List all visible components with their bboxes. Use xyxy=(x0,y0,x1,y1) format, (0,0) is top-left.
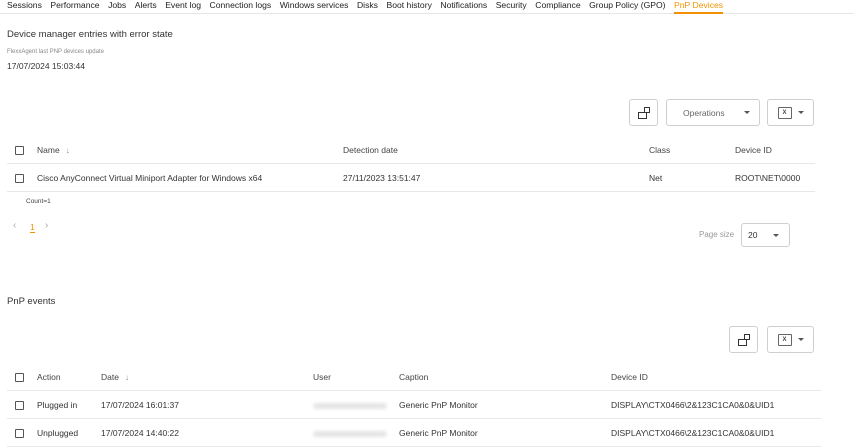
column-header-name[interactable]: Name ↓ xyxy=(37,145,70,155)
operations-label: Operations xyxy=(683,107,725,118)
tab-event-log[interactable]: Event log xyxy=(165,0,201,11)
chevron-down-icon xyxy=(744,111,750,114)
tab-pnp-devices[interactable]: PnP Devices xyxy=(674,0,724,14)
row-class: Net xyxy=(649,173,663,183)
divider xyxy=(7,163,815,164)
event-date: 17/07/2024 14:40:22 xyxy=(101,428,179,438)
column-header-event-device-id[interactable]: Device ID xyxy=(611,372,648,382)
divider xyxy=(7,191,815,192)
events-export-button[interactable] xyxy=(729,326,758,353)
operations-dropdown[interactable]: Operations xyxy=(666,99,760,126)
row-device-id: ROOT\NET\0000 xyxy=(735,173,801,183)
row-detection-date: 27/11/2023 13:51:47 xyxy=(343,173,421,183)
divider xyxy=(7,418,821,419)
tab-connection-logs[interactable]: Connection logs xyxy=(210,0,272,11)
events-excel-export-dropdown[interactable]: X xyxy=(767,326,814,353)
row-count: Count=1 xyxy=(26,198,51,205)
pager-next-button[interactable]: › xyxy=(45,220,48,231)
tab-performance[interactable]: Performance xyxy=(50,0,99,11)
event-row-checkbox[interactable] xyxy=(15,429,24,438)
column-header-device-id[interactable]: Device ID xyxy=(735,145,772,155)
last-update-label: FlexxAgent last PNP devices update xyxy=(7,49,104,55)
excel-icon: X xyxy=(777,106,792,119)
events-section-title: PnP events xyxy=(7,296,56,307)
event-caption: Generic PnP Monitor xyxy=(399,400,478,410)
column-header-action[interactable]: Action xyxy=(37,372,61,382)
tab-alerts[interactable]: Alerts xyxy=(135,0,157,11)
export-button[interactable] xyxy=(629,99,658,126)
page-size-select[interactable]: 20 xyxy=(741,223,790,247)
tab-windows-services[interactable]: Windows services xyxy=(280,0,349,11)
export-icon xyxy=(637,106,650,119)
event-device-id: DISPLAY\CTX0466\2&123C1CA0&0&UID1 xyxy=(611,400,775,410)
column-header-detection-date[interactable]: Detection date xyxy=(343,145,398,155)
row-name: Cisco AnyConnect Virtual Miniport Adapte… xyxy=(37,173,263,183)
event-row-checkbox[interactable] xyxy=(15,401,24,410)
event-action: Plugged in xyxy=(37,400,78,410)
sort-down-icon: ↓ xyxy=(65,146,70,155)
tab-bar: Sessions Performance Jobs Alerts Event l… xyxy=(0,0,854,14)
tab-jobs[interactable]: Jobs xyxy=(108,0,126,11)
tab-boot-history[interactable]: Boot history xyxy=(386,0,431,11)
chevron-down-icon xyxy=(797,111,804,114)
tab-compliance[interactable]: Compliance xyxy=(535,0,580,11)
redacted-user xyxy=(313,403,387,409)
tab-security[interactable]: Security xyxy=(496,0,527,11)
column-header-user[interactable]: User xyxy=(313,372,331,382)
event-date: 17/07/2024 16:01:37 xyxy=(101,400,179,410)
tab-disks[interactable]: Disks xyxy=(357,0,378,11)
export-icon xyxy=(737,333,750,346)
sort-down-icon: ↓ xyxy=(124,373,129,382)
row-checkbox[interactable] xyxy=(15,174,24,183)
event-device-id: DISPLAY\CTX0466\2&123C1CA0&0&UID1 xyxy=(611,428,775,438)
excel-export-dropdown[interactable]: X xyxy=(767,99,814,126)
excel-icon: X xyxy=(777,333,792,346)
last-update-value: 17/07/2024 15:03:44 xyxy=(7,61,85,71)
page-size-label: Page size xyxy=(699,230,735,239)
pager-prev-button[interactable]: ‹ xyxy=(13,220,16,231)
column-header-caption[interactable]: Caption xyxy=(399,372,428,382)
chevron-down-icon xyxy=(773,233,779,237)
event-caption: Generic PnP Monitor xyxy=(399,428,478,438)
tab-sessions[interactable]: Sessions xyxy=(7,0,42,11)
column-header-class[interactable]: Class xyxy=(649,145,670,155)
redacted-user xyxy=(313,431,387,437)
events-select-all-checkbox[interactable] xyxy=(15,373,24,382)
tab-notifications[interactable]: Notifications xyxy=(440,0,487,11)
device-section-title: Device manager entries with error state xyxy=(7,29,173,40)
page-size-value: 20 xyxy=(748,230,758,240)
column-header-date[interactable]: Date ↓ xyxy=(101,372,129,382)
divider xyxy=(7,390,821,391)
pager-page-1[interactable]: 1 xyxy=(30,222,35,233)
tab-group-policy[interactable]: Group Policy (GPO) xyxy=(589,0,665,11)
event-action: Unplugged xyxy=(37,428,79,438)
chevron-down-icon xyxy=(797,338,804,341)
select-all-checkbox[interactable] xyxy=(15,146,24,155)
